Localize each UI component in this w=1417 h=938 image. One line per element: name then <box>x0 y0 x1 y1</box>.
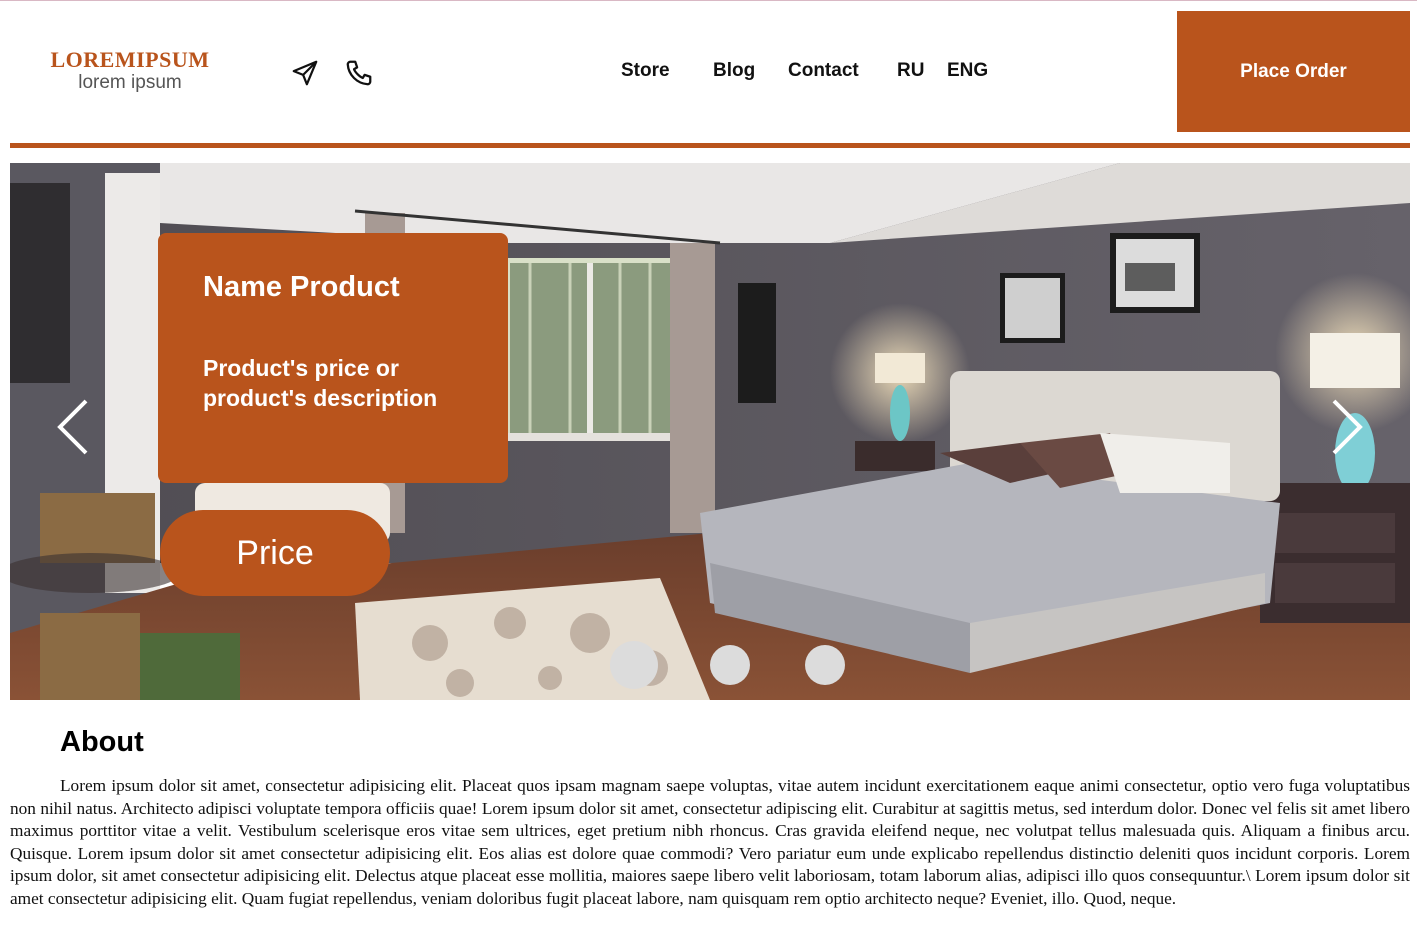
site-header: LOREMIPSUM lorem ipsum Store Blog Contac… <box>10 10 1410 134</box>
logo[interactable]: LOREMIPSUM lorem ipsum <box>46 48 214 94</box>
about-text: Lorem ipsum dolor sit amet, consectetur … <box>10 776 1410 908</box>
lang-eng[interactable]: ENG <box>947 60 988 82</box>
slider-dot-1[interactable] <box>610 641 658 689</box>
logo-subtitle: lorem ipsum <box>78 72 182 93</box>
product-card: Name Product Product's price or product'… <box>158 233 508 483</box>
price-button[interactable]: Price <box>160 510 390 596</box>
chevron-left-icon[interactable] <box>54 397 94 457</box>
nav-contact[interactable]: Contact <box>788 60 859 82</box>
top-border <box>0 0 1417 1</box>
product-description: Product's price or product's description <box>203 355 438 411</box>
about-title: About <box>60 726 144 758</box>
place-order-button[interactable]: Place Order <box>1177 11 1410 132</box>
chevron-right-icon[interactable] <box>1326 397 1366 457</box>
nav-blog[interactable]: Blog <box>713 60 755 82</box>
phone-icon[interactable] <box>342 56 376 90</box>
product-name: Name Product <box>203 271 400 303</box>
header-divider <box>10 143 1410 148</box>
hero-slider: Name Product Product's price or product'… <box>10 163 1410 700</box>
slider-dot-3[interactable] <box>805 645 845 685</box>
nav-store[interactable]: Store <box>621 60 670 82</box>
send-icon[interactable] <box>288 56 322 90</box>
slider-dot-2[interactable] <box>710 645 750 685</box>
lang-ru[interactable]: RU <box>897 60 924 82</box>
logo-title: LOREMIPSUM <box>50 47 210 72</box>
